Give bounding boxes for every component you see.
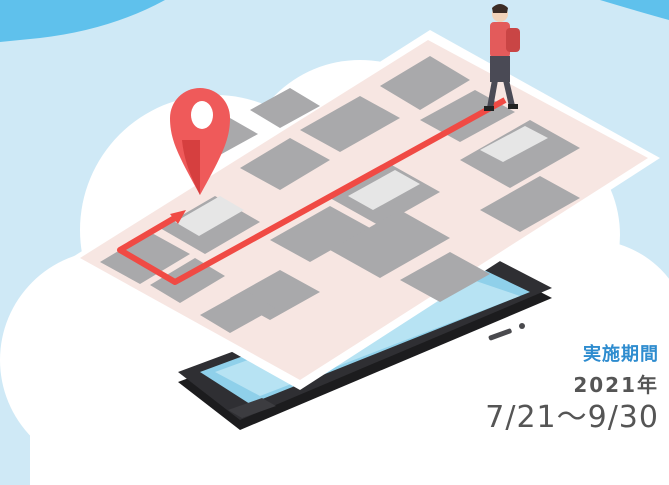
banner-shape [0,0,165,42]
period-year: 2021年 [573,373,659,397]
campaign-period: 実施期間 2021年 7/21〜9/30 [399,346,659,433]
banner-shape-right [600,0,669,20]
period-label: 実施期間 [583,344,659,365]
period-dates: 7/21〜9/30 [485,400,659,435]
